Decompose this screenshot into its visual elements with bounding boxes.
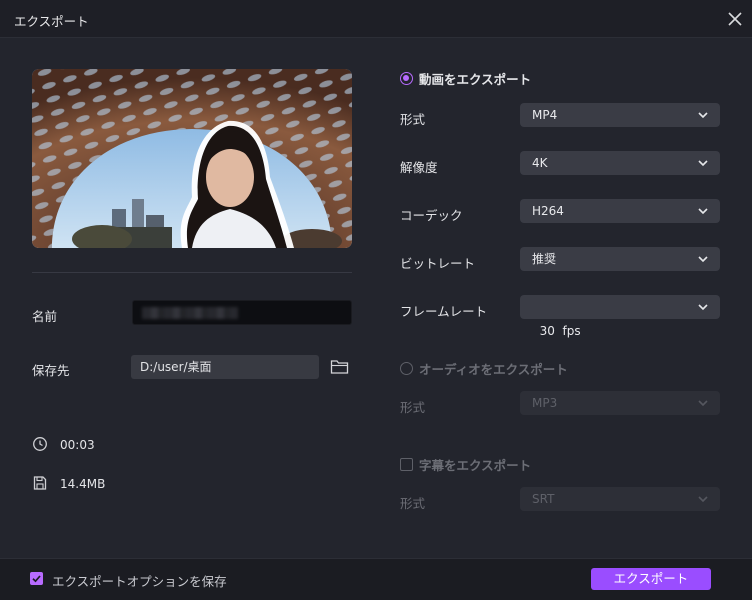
framerate-value: 30 fps — [539, 324, 581, 338]
chevron-down-icon — [698, 400, 708, 407]
resolution-select[interactable]: 4K — [520, 151, 720, 175]
bitrate-select[interactable]: 推奨 — [520, 247, 720, 271]
bitrate-value: 推奨 — [532, 252, 557, 266]
subtitle-export-label: 字幕をエクスポート — [419, 457, 532, 473]
video-format-label: 形式 — [400, 112, 426, 127]
chevron-down-icon — [698, 256, 708, 263]
chevron-down-icon — [698, 112, 708, 119]
preview-image — [32, 69, 352, 248]
video-export-radio[interactable] — [400, 71, 413, 85]
framerate-select[interactable]: 30 fps — [520, 295, 720, 338]
subtitle-format-value: SRT — [532, 492, 555, 506]
audio-export-option[interactable]: オーディオをエクスポート — [400, 360, 568, 377]
audio-export-label: オーディオをエクスポート — [419, 361, 568, 377]
video-export-option[interactable]: 動画をエクスポート — [400, 70, 532, 87]
file-size-icon — [33, 476, 47, 490]
bitrate-label: ビットレート — [400, 256, 476, 271]
subtitle-format-label: 形式 — [400, 496, 426, 511]
chevron-down-icon — [698, 496, 708, 503]
audio-export-radio[interactable] — [400, 361, 413, 375]
title-bar: エクスポート — [0, 0, 752, 38]
subtitle-export-checkbox[interactable] — [400, 457, 413, 471]
resolution-value: 4K — [532, 156, 548, 170]
folder-icon[interactable] — [330, 358, 349, 375]
codec-label: コーデック — [400, 208, 463, 223]
save-options-checkbox[interactable] — [30, 572, 43, 585]
video-export-label: 動画をエクスポート — [419, 71, 532, 87]
save-path-field[interactable]: D:/user/桌面 — [131, 355, 319, 379]
subtitle-export-option[interactable]: 字幕をエクスポート — [400, 456, 532, 473]
divider — [32, 272, 352, 273]
video-format-select[interactable]: MP4 — [520, 103, 720, 127]
audio-format-label: 形式 — [400, 400, 426, 415]
video-format-value: MP4 — [532, 108, 558, 122]
framerate-label: フレームレート — [400, 304, 488, 319]
window-title: エクスポート — [14, 14, 89, 29]
video-preview — [32, 69, 352, 248]
save-options-label: エクスポートオプションを保存 — [52, 574, 227, 589]
save-to-label: 保存先 — [32, 363, 70, 378]
audio-format-value: MP3 — [532, 396, 558, 410]
export-button[interactable]: エクスポート — [591, 568, 711, 590]
close-icon[interactable] — [724, 8, 746, 30]
name-input[interactable] — [132, 300, 352, 325]
chevron-down-icon — [698, 160, 708, 167]
clock-icon — [33, 437, 47, 451]
duration-value: 00:03 — [60, 438, 95, 452]
codec-value: H264 — [532, 204, 564, 218]
codec-select[interactable]: H264 — [520, 199, 720, 223]
name-label: 名前 — [32, 309, 58, 324]
audio-format-select[interactable]: MP3 — [520, 391, 720, 415]
chevron-down-icon — [698, 208, 708, 215]
file-size-value: 14.4MB — [60, 477, 106, 491]
chevron-down-icon — [698, 304, 708, 311]
subtitle-format-select[interactable]: SRT — [520, 487, 720, 511]
check-icon — [32, 575, 41, 583]
resolution-label: 解像度 — [400, 160, 438, 175]
